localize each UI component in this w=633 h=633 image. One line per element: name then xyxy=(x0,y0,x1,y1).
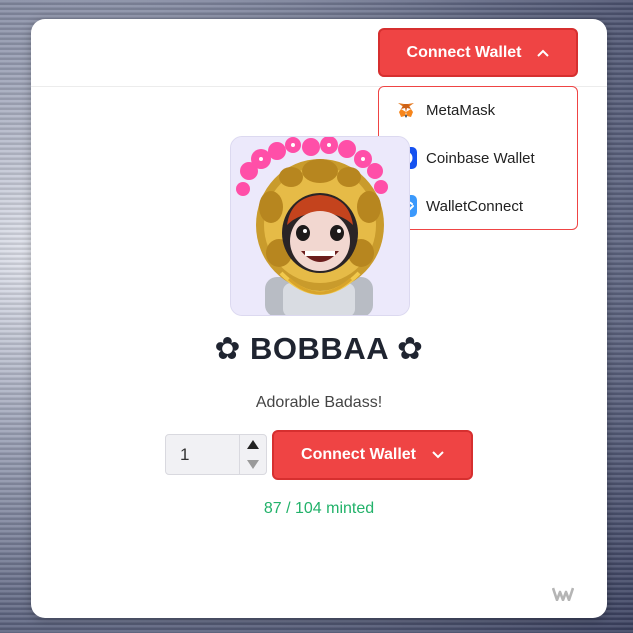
chevron-down-icon xyxy=(432,449,444,461)
metamask-icon xyxy=(395,99,417,121)
decrement-arrow-icon[interactable] xyxy=(247,460,259,469)
menu-item-walletconnect[interactable]: WalletConnect xyxy=(395,194,523,218)
header-connect-wallet-button[interactable]: Connect Wallet xyxy=(378,28,578,77)
nft-preview-image xyxy=(230,136,410,316)
mint-connect-label: Connect Wallet xyxy=(301,446,416,463)
collection-description: Adorable Badass! xyxy=(255,394,383,411)
collection-title: ✿ BOBBAA ✿ xyxy=(214,331,424,366)
header-connect-label: Connect Wallet xyxy=(406,43,522,61)
menu-item-coinbase-label: Coinbase Wallet xyxy=(426,149,535,167)
menu-item-metamask-label: MetaMask xyxy=(426,101,496,119)
mint-card: Connect Wallet MetaMask Coinbase Wallet … xyxy=(31,19,607,618)
menu-item-walletconnect-label: WalletConnect xyxy=(426,197,523,215)
menu-item-coinbase-wallet[interactable]: Coinbase Wallet xyxy=(395,146,535,170)
menu-item-metamask[interactable]: MetaMask xyxy=(395,98,495,122)
mint-connect-wallet-button[interactable]: Connect Wallet xyxy=(272,430,473,480)
minted-count: 87 / 104 minted xyxy=(263,500,375,517)
quantity-spinner xyxy=(239,435,266,474)
quantity-stepper[interactable]: 1 xyxy=(165,434,267,475)
chevron-up-icon xyxy=(537,47,550,59)
increment-arrow-icon[interactable] xyxy=(247,440,259,449)
quantity-input[interactable]: 1 xyxy=(180,445,189,465)
brand-logo-icon xyxy=(551,587,575,602)
